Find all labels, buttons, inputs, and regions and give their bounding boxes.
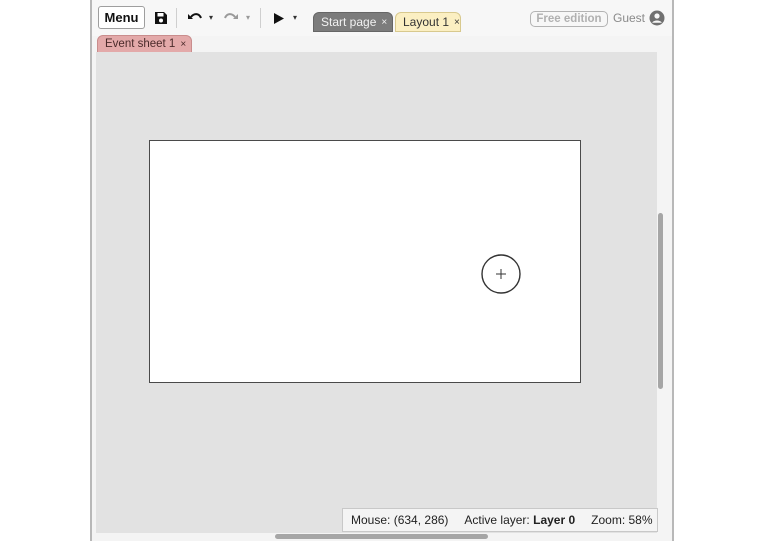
horizontal-scrollbar-thumb[interactable] <box>275 534 488 539</box>
layout-viewport[interactable] <box>96 52 657 533</box>
redo-icon[interactable] <box>222 9 240 27</box>
tab-label: Start page <box>321 15 377 29</box>
account-circle-icon[interactable] <box>649 10 665 26</box>
save-icon[interactable] <box>153 9 169 27</box>
tab-layout-1[interactable]: Layout 1 × <box>395 12 461 32</box>
guest-label[interactable]: Guest <box>613 11 645 25</box>
vertical-scrollbar-thumb[interactable] <box>658 213 663 389</box>
layout-canvas[interactable] <box>149 140 581 383</box>
undo-icon[interactable] <box>186 9 204 27</box>
mouse-label: Mouse: <box>351 513 391 527</box>
crosshair-origin-icon[interactable] <box>481 254 521 294</box>
tab-label: Layout 1 <box>403 15 450 29</box>
tab-label: Event sheet 1 <box>105 38 176 50</box>
redo-icon-glyph <box>224 13 238 19</box>
save-icon-glyph <box>155 12 167 24</box>
menu-button[interactable]: Menu <box>98 6 145 29</box>
zoom-level: Zoom: 58% <box>591 513 652 527</box>
status-bar: Mouse: (634, 286) Active layer: Layer 0 … <box>342 508 658 532</box>
undo-dropdown-icon[interactable]: ▾ <box>209 13 213 22</box>
redo-dropdown-icon[interactable]: ▾ <box>246 13 250 22</box>
close-icon[interactable]: × <box>180 39 186 50</box>
tab-event-sheet-1[interactable]: Event sheet 1 × <box>97 35 192 53</box>
mouse-position: Mouse: (634, 286) <box>351 513 448 527</box>
app-window: Menu ▾ ▾ ▾ Start page × Layout 1 × Free … <box>90 0 674 541</box>
toolbar-separator <box>176 8 177 28</box>
zoom-value: 58% <box>628 513 653 527</box>
active-layer: Active layer: Layer 0 <box>464 513 575 527</box>
tab-start-page[interactable]: Start page × <box>313 12 393 32</box>
layer-label: Active layer: <box>464 513 530 527</box>
mouse-value: (634, 286) <box>393 513 449 527</box>
undo-icon-glyph <box>188 13 202 19</box>
play-dropdown-icon[interactable]: ▾ <box>293 13 297 22</box>
toolbar: Menu ▾ ▾ ▾ Start page × Layout 1 × Free … <box>92 0 672 36</box>
free-edition-badge[interactable]: Free edition <box>530 11 608 27</box>
zoom-label: Zoom: <box>591 513 626 527</box>
close-icon[interactable]: × <box>454 17 460 28</box>
close-icon[interactable]: × <box>381 17 387 28</box>
play-icon[interactable] <box>271 9 287 27</box>
layer-value: Layer 0 <box>533 513 576 527</box>
toolbar-separator <box>260 8 261 28</box>
play-icon-glyph <box>274 12 284 24</box>
